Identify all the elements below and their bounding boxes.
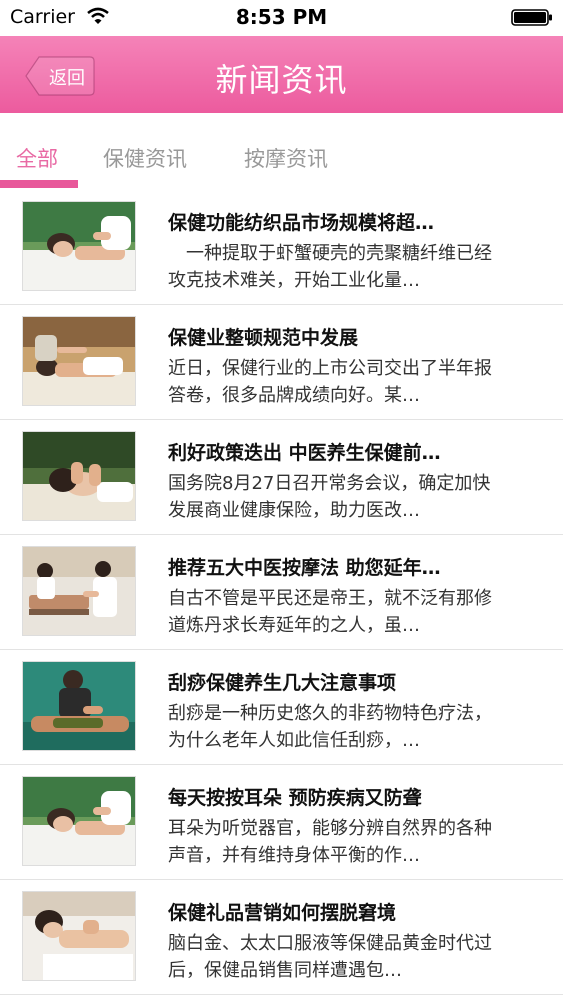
news-title: 刮痧保健养生几大注意事项	[168, 672, 397, 694]
tab-all[interactable]: 全部	[16, 143, 58, 173]
news-summary: 近日，保健行业的上市公司交出了半年报答卷，很多品牌成绩向好。某…	[168, 358, 492, 406]
news-title: 保健礼品营销如何摆脱窘境	[168, 902, 397, 924]
news-list[interactable]: 保健功能纺织品市场规模将超… 一种提取于虾蟹硬壳的壳聚糖纤维已经攻克技术难关，开…	[0, 190, 563, 995]
news-title: 保健功能纺织品市场规模将超…	[168, 212, 435, 234]
news-item[interactable]: 利好政策迭出 中医养生保健前… 国务院8月27日召开常务会议，确定加快发展商业健…	[0, 420, 563, 535]
news-item[interactable]: 刮痧保健养生几大注意事项 刮痧是一种历史悠久的非药物特色疗法，为什么老年人如此信…	[0, 650, 563, 765]
clinic-massage-thumbnail	[22, 546, 136, 636]
selected-tab-indicator	[0, 180, 78, 188]
news-summary: 一种提取于虾蟹硬壳的壳聚糖纤维已经攻克技术难关，开始工业化量…	[168, 243, 492, 291]
status-bar: Carrier 8:53 PM	[0, 0, 563, 36]
news-summary: 自古不管是平民还是帝王，就不泛有那修道炼丹求长寿延年的之人，虽…	[168, 588, 492, 636]
news-summary: 国务院8月27日召开常务会议，确定加快发展商业健康保险，助力医改…	[168, 473, 491, 521]
news-item[interactable]: 推荐五大中医按摩法 助您延年… 自古不管是平民还是帝王，就不泛有那修道炼丹求长寿…	[0, 535, 563, 650]
news-item[interactable]: 保健功能纺织品市场规模将超… 一种提取于虾蟹硬壳的壳聚糖纤维已经攻克技术难关，开…	[0, 190, 563, 305]
battery-icon	[511, 9, 553, 26]
tab-bar: 全部 保健资讯 按摩资讯	[0, 113, 563, 191]
news-title: 推荐五大中医按摩法 助您延年…	[168, 557, 441, 579]
tab-health-news[interactable]: 保健资讯	[103, 143, 187, 173]
navigation-bar: 返回 新闻资讯	[0, 36, 563, 113]
facial-massage-thumbnail	[22, 431, 136, 521]
news-item[interactable]: 保健业整顿规范中发展 近日，保健行业的上市公司交出了半年报答卷，很多品牌成绩向好…	[0, 305, 563, 420]
clock: 8:53 PM	[235, 5, 328, 29]
news-item[interactable]: 保健礼品营销如何摆脱窘境 脑白金、太太口服液等保健品黄金时代过后，保健品销售同样…	[0, 880, 563, 995]
page-title: 新闻资讯	[215, 61, 348, 99]
spa-massage-thumbnail	[22, 316, 136, 406]
guasha-thumbnail	[22, 661, 136, 751]
back-massage-thumbnail	[22, 891, 136, 981]
spa-massage-thumbnail	[22, 201, 136, 291]
news-title: 每天按按耳朵 预防疾病又防聋	[168, 787, 422, 809]
news-summary: 脑白金、太太口服液等保健品黄金时代过后，保健品销售同样遭遇包…	[168, 933, 492, 981]
tab-massage-news[interactable]: 按摩资讯	[244, 143, 328, 173]
news-title: 利好政策迭出 中医养生保健前…	[168, 442, 441, 464]
news-item[interactable]: 每天按按耳朵 预防疾病又防聋 耳朵为听觉器官，能够分辨自然界的各种声音，并有维持…	[0, 765, 563, 880]
news-summary: 刮痧是一种历史悠久的非药物特色疗法，为什么老年人如此信任刮痧，…	[168, 703, 492, 751]
spa-massage-thumbnail	[22, 776, 136, 866]
news-summary: 耳朵为听觉器官，能够分辨自然界的各种声音，并有维持身体平衡的作…	[168, 818, 492, 866]
news-title: 保健业整顿规范中发展	[168, 327, 359, 349]
